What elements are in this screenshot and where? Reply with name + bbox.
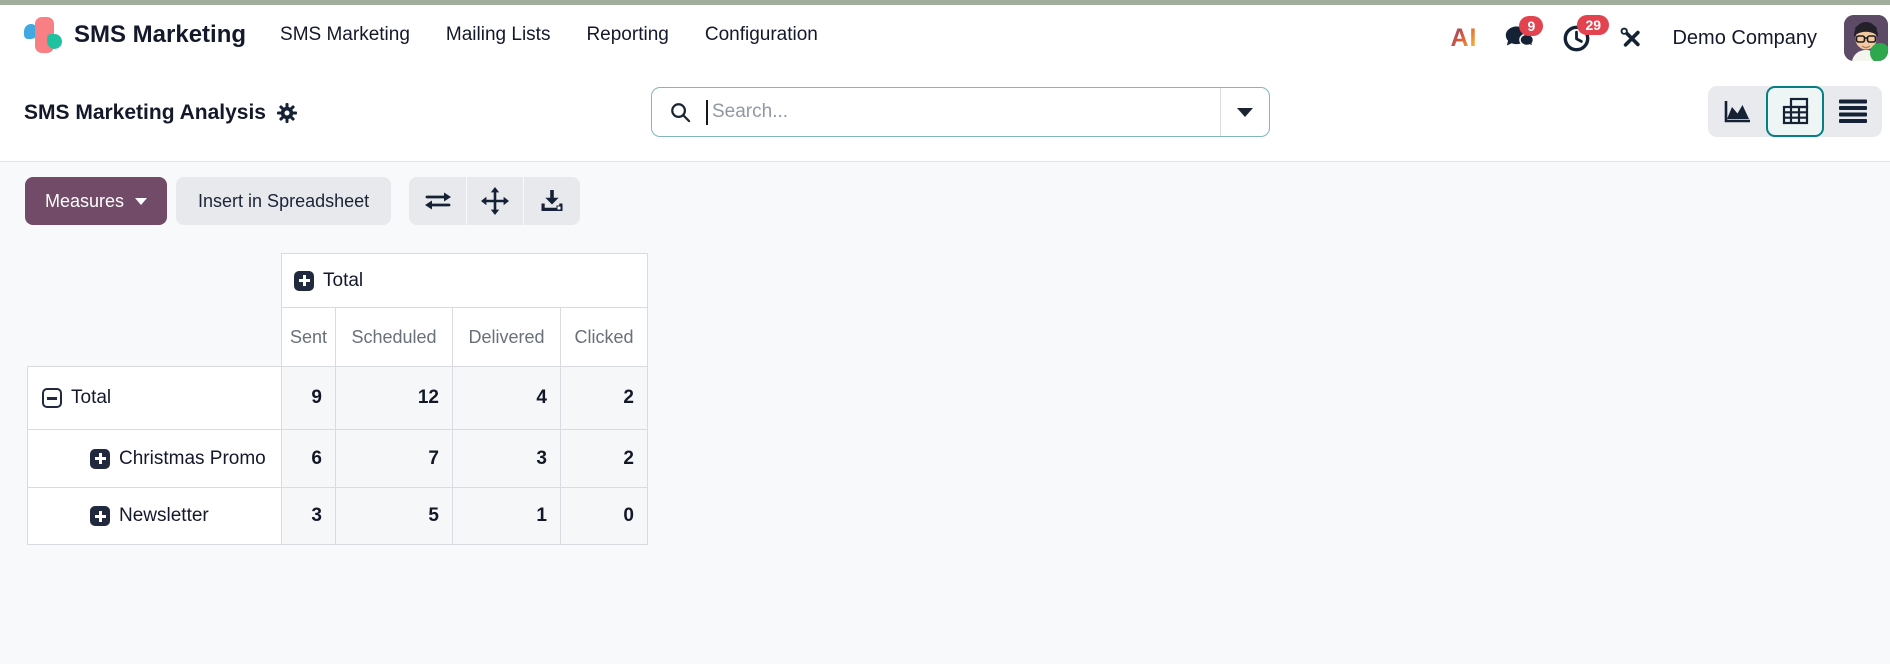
chevron-down-icon	[135, 198, 147, 205]
cell-total-scheduled: 12	[336, 367, 453, 430]
row-label: Newsletter	[119, 505, 209, 527]
control-panel: SMS Marketing Analysis	[0, 65, 1890, 162]
table-row: Total 9 12 4 2	[28, 367, 648, 430]
pivot-toolbar: Measures Insert in Spreadsheet	[25, 177, 1890, 225]
cell-christmas-delivered: 3	[453, 430, 561, 488]
collapse-row-icon[interactable]	[42, 388, 62, 408]
measure-header-delivered[interactable]: Delivered	[453, 308, 561, 367]
app-name[interactable]: SMS Marketing	[74, 21, 246, 49]
app-logo-icon[interactable]	[24, 15, 62, 55]
measure-header-clicked[interactable]: Clicked	[561, 308, 648, 367]
page-title: SMS Marketing Analysis	[24, 101, 266, 125]
activities-badge: 29	[1577, 15, 1609, 36]
table-row: Christmas Promo 6 7 3 2	[28, 430, 648, 488]
activities-button[interactable]: 29	[1562, 24, 1591, 53]
table-row: Newsletter 3 5 1 0	[28, 488, 648, 545]
pivot-corner-cell	[28, 254, 282, 308]
pivot-view: Measures Insert in Spreadsheet	[0, 162, 1890, 664]
search-input[interactable]	[708, 101, 1220, 123]
nav-item-reporting[interactable]: Reporting	[586, 24, 668, 46]
insert-in-spreadsheet-button[interactable]: Insert in Spreadsheet	[176, 177, 391, 225]
nav-item-sms-marketing[interactable]: SMS Marketing	[280, 24, 410, 46]
measures-label: Measures	[45, 191, 124, 212]
cell-christmas-scheduled: 7	[336, 430, 453, 488]
cell-total-delivered: 4	[453, 367, 561, 430]
cell-newsletter-sent: 3	[282, 488, 336, 545]
measures-button[interactable]: Measures	[25, 177, 167, 225]
messages-badge: 9	[1519, 16, 1543, 37]
view-switcher	[1708, 86, 1882, 137]
download-icon	[539, 188, 565, 214]
search-dropdown-toggle[interactable]	[1220, 88, 1269, 136]
nav-item-configuration[interactable]: Configuration	[705, 24, 818, 46]
download-xlsx-button[interactable]	[523, 177, 580, 225]
search-icon	[669, 101, 692, 124]
cell-christmas-sent: 6	[282, 430, 336, 488]
measure-header-sent[interactable]: Sent	[282, 308, 336, 367]
move-arrows-icon	[481, 187, 509, 215]
company-switcher[interactable]: Demo Company	[1672, 27, 1817, 50]
row-header-christmas-promo[interactable]: Christmas Promo	[28, 430, 282, 488]
nav-item-mailing-lists[interactable]: Mailing Lists	[446, 24, 551, 46]
nav-menu-bar: SMS Marketing Mailing Lists Reporting Co…	[280, 24, 818, 46]
user-avatar[interactable]	[1844, 15, 1888, 61]
search-bar	[651, 87, 1270, 137]
row-header-newsletter[interactable]: Newsletter	[28, 488, 282, 545]
chevron-down-icon	[1237, 108, 1253, 117]
cell-newsletter-scheduled: 5	[336, 488, 453, 545]
wrench-screwdriver-icon	[1618, 25, 1645, 52]
pivot-table-icon	[1780, 96, 1811, 127]
view-button-pivot[interactable]	[1766, 86, 1824, 137]
measure-header-scheduled[interactable]: Scheduled	[336, 308, 453, 367]
pivot-action-group	[409, 177, 580, 225]
cell-newsletter-delivered: 1	[453, 488, 561, 545]
ai-assistant-icon[interactable]: AI	[1450, 24, 1477, 53]
main-navbar: SMS Marketing SMS Marketing Mailing List…	[0, 5, 1890, 65]
view-button-graph[interactable]	[1708, 86, 1766, 137]
row-label: Total	[71, 387, 111, 409]
list-icon	[1838, 99, 1868, 124]
pivot-table: Total Sent Scheduled Delivered Clicked T…	[27, 253, 648, 545]
cell-total-clicked: 2	[561, 367, 648, 430]
pivot-column-group-total[interactable]: Total	[282, 254, 648, 308]
gear-icon[interactable]	[277, 103, 297, 123]
messages-button[interactable]: 9	[1504, 25, 1535, 52]
swap-arrows-icon	[423, 190, 453, 212]
cell-newsletter-clicked: 0	[561, 488, 648, 545]
column-group-label: Total	[323, 270, 363, 292]
expand-column-icon[interactable]	[294, 271, 314, 291]
expand-row-icon[interactable]	[90, 506, 110, 526]
online-status-dot	[1870, 43, 1888, 61]
area-chart-icon	[1722, 98, 1753, 125]
cell-total-sent: 9	[282, 367, 336, 430]
row-label: Christmas Promo	[119, 448, 266, 470]
expand-row-icon[interactable]	[90, 449, 110, 469]
view-button-list[interactable]	[1824, 86, 1882, 137]
tools-button[interactable]	[1618, 25, 1645, 52]
cell-christmas-clicked: 2	[561, 430, 648, 488]
row-header-total[interactable]: Total	[28, 367, 282, 430]
expand-all-button[interactable]	[466, 177, 523, 225]
flip-axis-button[interactable]	[409, 177, 466, 225]
